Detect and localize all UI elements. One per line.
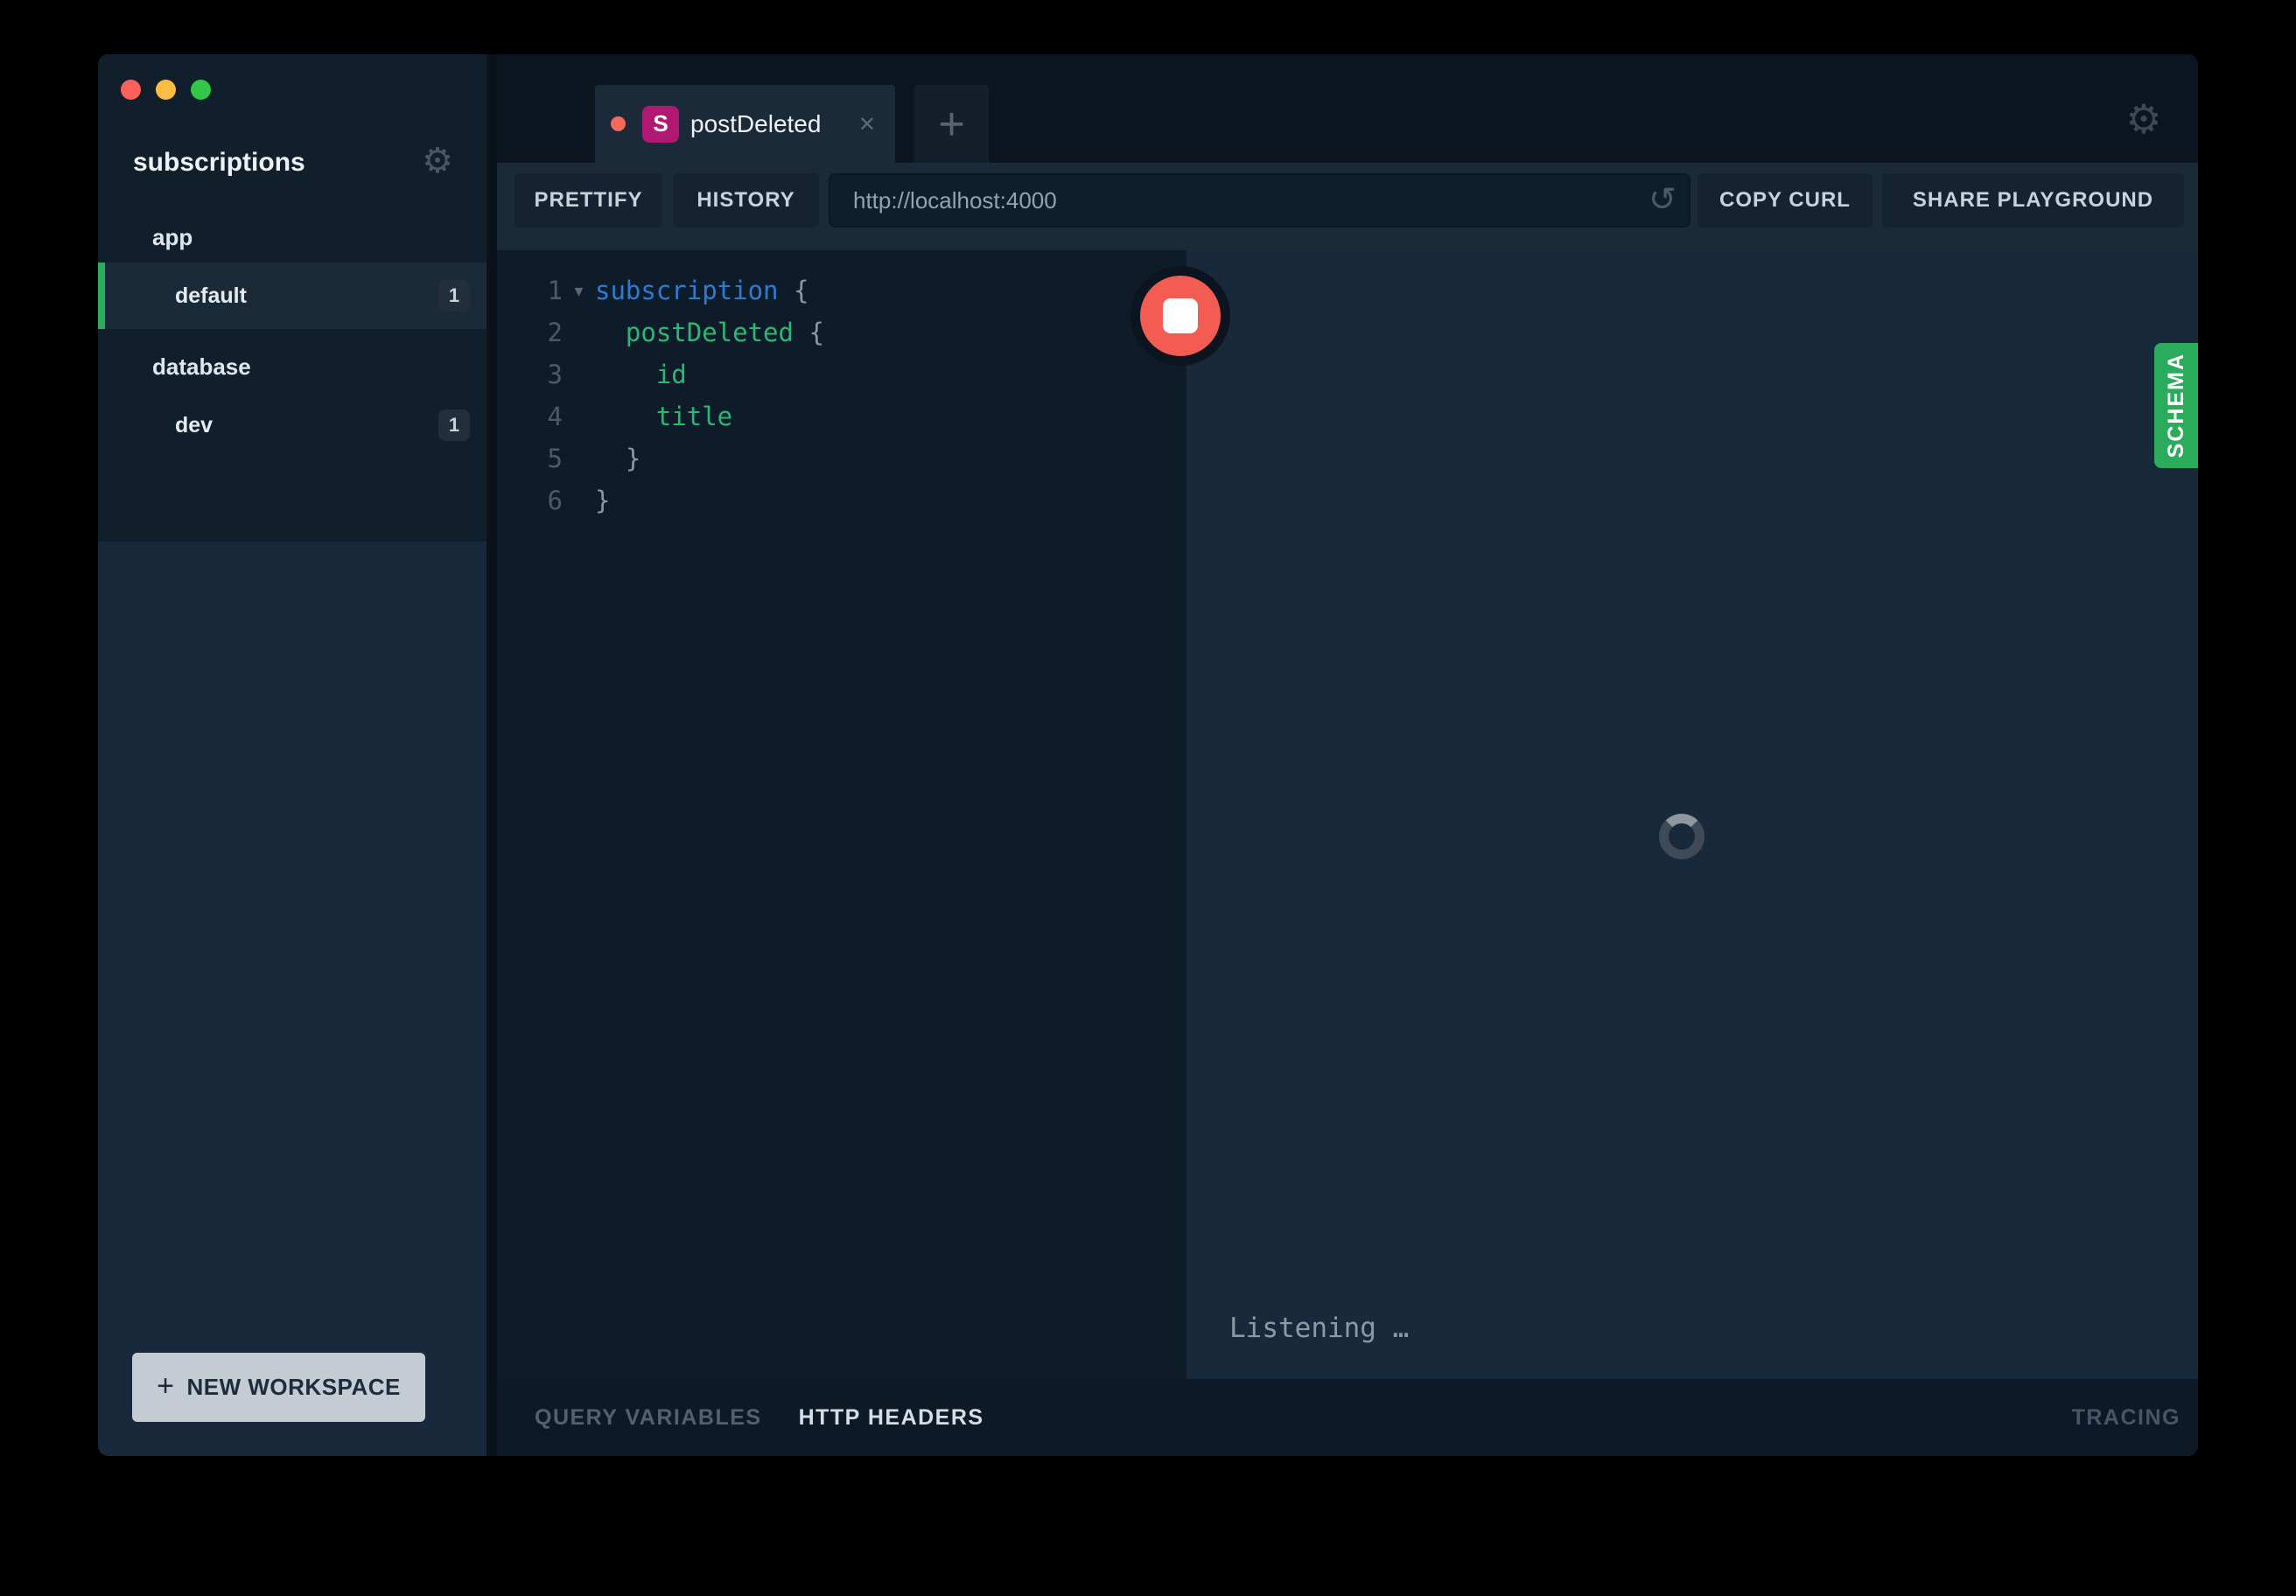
playground-window: subscriptions ⚙ appdefault1databasedev1 … [98, 54, 2198, 1456]
new-workspace-button[interactable]: + NEW WORKSPACE [132, 1353, 425, 1422]
bottom-bar: QUERY VARIABLES HTTP HEADERS TRACING [497, 1379, 2198, 1456]
line-number: 6 [497, 480, 563, 522]
toolbar: PRETTIFY HISTORY http://localhost:4000 ↺… [497, 163, 2198, 250]
endpoint-url-input[interactable]: http://localhost:4000 ↺ [829, 173, 1690, 228]
code-text: title [595, 396, 732, 438]
content-area: 1▾subscription {2 postDeleted {3 id4 tit… [497, 250, 2198, 1379]
code-line[interactable]: 4 title [497, 396, 1186, 438]
code-text: subscription { [595, 270, 808, 312]
code-line[interactable]: 6} [497, 480, 1186, 522]
prettify-button[interactable]: PRETTIFY [514, 173, 662, 228]
query-code: 1▾subscription {2 postDeleted {3 id4 tit… [497, 250, 1186, 522]
window-controls [121, 80, 211, 100]
sidebar: subscriptions ⚙ appdefault1databasedev1 … [98, 54, 486, 1456]
workspace-title: subscriptions [133, 148, 305, 178]
schema-tab-label: SCHEMA [2164, 353, 2189, 458]
workspace-list: appdefault1databasedev1 [98, 212, 486, 471]
sidebar-section-label: app [98, 212, 486, 262]
history-button[interactable]: HISTORY [673, 173, 819, 228]
line-number: 2 [497, 312, 563, 354]
stop-icon [1163, 298, 1198, 333]
sidebar-divider [486, 54, 497, 1456]
results-pane: Listening … [1186, 250, 2198, 1379]
code-text: id [595, 354, 687, 396]
fold-spacer [563, 312, 595, 354]
code-text: postDeleted { [595, 312, 824, 354]
line-number: 4 [497, 396, 563, 438]
sidebar-workspace-panel: subscriptions ⚙ appdefault1databasedev1 [98, 54, 486, 542]
sidebar-item-default[interactable]: default1 [98, 262, 486, 329]
listening-status: Listening … [1229, 1312, 1409, 1344]
zoom-window-button[interactable] [191, 80, 211, 100]
code-line[interactable]: 2 postDeleted { [497, 312, 1186, 354]
code-line[interactable]: 1▾subscription { [497, 270, 1186, 312]
workspace-title-row: subscriptions ⚙ [133, 144, 466, 182]
reload-schema-icon[interactable]: ↺ [1648, 182, 1676, 215]
fold-arrow-icon[interactable]: ▾ [563, 270, 595, 312]
code-text: } [595, 480, 610, 522]
code-line[interactable]: 3 id [497, 354, 1186, 396]
unsaved-indicator-dot [611, 116, 626, 131]
tracing-tab[interactable]: TRACING [2072, 1405, 2180, 1431]
share-playground-button[interactable]: SHARE PLAYGROUND [1882, 173, 2184, 228]
code-line[interactable]: 5 } [497, 438, 1186, 480]
minimize-window-button[interactable] [156, 80, 176, 100]
query-editor-pane[interactable]: 1▾subscription {2 postDeleted {3 id4 tit… [497, 250, 1186, 1379]
sidebar-item-dev[interactable]: dev1 [98, 392, 486, 458]
tab-bar: S postDeleted ✕ + ⚙ [497, 54, 2198, 163]
workspace-settings-gear-icon[interactable]: ⚙ [422, 142, 453, 180]
session-count-badge: 1 [438, 410, 470, 441]
line-number: 5 [497, 438, 563, 480]
line-number: 3 [497, 354, 563, 396]
endpoint-url-value: http://localhost:4000 [853, 187, 1057, 214]
close-tab-icon[interactable]: ✕ [858, 112, 876, 136]
fold-spacer [563, 354, 595, 396]
query-variables-tab[interactable]: QUERY VARIABLES [535, 1405, 762, 1431]
section-gap [98, 329, 486, 341]
stop-subscription-button[interactable] [1130, 266, 1230, 366]
tab-title: postDeleted [690, 110, 848, 138]
settings-gear-icon[interactable]: ⚙ [2121, 96, 2166, 142]
subscription-badge-icon: S [642, 106, 679, 143]
new-workspace-label: NEW WORKSPACE [187, 1374, 401, 1401]
sidebar-item-label: default [175, 284, 438, 309]
fold-spacer [563, 480, 595, 522]
code-text: } [595, 438, 640, 480]
copy-curl-button[interactable]: COPY CURL [1698, 173, 1872, 228]
fold-spacer [563, 438, 595, 480]
close-window-button[interactable] [121, 80, 141, 100]
tab-postdeleted[interactable]: S postDeleted ✕ [595, 85, 895, 163]
http-headers-tab[interactable]: HTTP HEADERS [799, 1405, 984, 1431]
session-count-badge: 1 [438, 280, 470, 312]
new-tab-button[interactable]: + [914, 85, 989, 163]
fold-spacer [563, 396, 595, 438]
sidebar-item-label: dev [175, 413, 438, 438]
loading-spinner [1659, 814, 1704, 859]
sidebar-section-label: database [98, 341, 486, 392]
main-area: S postDeleted ✕ + ⚙ PRETTIFY HISTORY htt… [497, 54, 2198, 1456]
schema-tab-button[interactable]: SCHEMA [2154, 343, 2198, 468]
plus-icon: + [157, 1369, 174, 1404]
section-gap [98, 458, 486, 471]
line-number: 1 [497, 270, 563, 312]
